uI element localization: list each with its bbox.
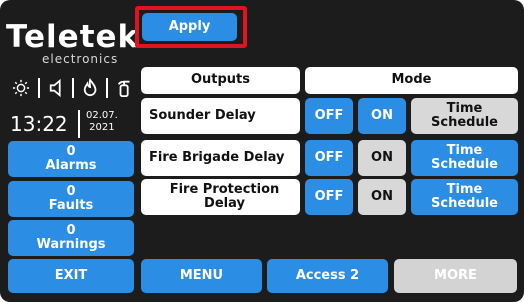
faults-label: Faults bbox=[48, 198, 94, 213]
status-icons bbox=[12, 76, 132, 100]
faults-button[interactable]: 0 Faults bbox=[8, 181, 134, 217]
icon-divider bbox=[38, 78, 40, 98]
warnings-count: 0 bbox=[66, 222, 76, 238]
alarms-label: Alarms bbox=[45, 158, 97, 173]
clock-year: 2021 bbox=[89, 122, 115, 133]
row-sounder-delay-label: Sounder Delay bbox=[141, 98, 300, 134]
alarms-count: 0 bbox=[66, 143, 76, 159]
row-fire-brigade-delay-off-button[interactable]: OFF bbox=[305, 140, 353, 176]
clock-date: 02.07. 2021 bbox=[86, 110, 118, 134]
menu-button[interactable]: MENU bbox=[141, 259, 262, 293]
row-fire-protection-delay-off-button[interactable]: OFF bbox=[305, 179, 353, 215]
icon-divider bbox=[72, 78, 74, 98]
clock-day: 02.07. bbox=[86, 110, 118, 121]
flame-icon bbox=[83, 78, 97, 97]
sun-icon bbox=[12, 79, 30, 97]
row-sounder-delay-on-button[interactable]: ON bbox=[358, 98, 406, 134]
panel-screen: Teletek electronics 13:22 02.07. 2021 0 … bbox=[0, 0, 524, 302]
clock-time: 13:22 bbox=[10, 112, 68, 136]
clock-divider bbox=[78, 110, 80, 138]
row-sounder-delay-off-button[interactable]: OFF bbox=[305, 98, 353, 134]
row-fire-protection-delay-schedule-button[interactable]: Time Schedule bbox=[411, 179, 518, 215]
highlight-box bbox=[135, 6, 247, 48]
alarms-button[interactable]: 0 Alarms bbox=[8, 141, 134, 177]
extinguisher-icon bbox=[117, 80, 130, 98]
exit-button[interactable]: EXIT bbox=[8, 259, 134, 293]
row-fire-brigade-delay-on-button[interactable]: ON bbox=[358, 140, 406, 176]
clock: 13:22 02.07. 2021 bbox=[10, 108, 134, 138]
faults-count: 0 bbox=[66, 183, 76, 199]
icon-divider bbox=[106, 78, 108, 98]
logo-subtitle: electronics bbox=[42, 52, 119, 66]
row-fire-brigade-delay-schedule-button[interactable]: Time Schedule bbox=[411, 140, 518, 176]
mode-header: Mode bbox=[305, 67, 518, 94]
row-fire-protection-delay-on-button[interactable]: ON bbox=[358, 179, 406, 215]
warnings-label: Warnings bbox=[36, 237, 106, 252]
logo: Teletek bbox=[6, 19, 140, 55]
more-button[interactable]: MORE bbox=[394, 259, 517, 293]
row-fire-protection-delay-label: Fire Protection Delay bbox=[141, 179, 300, 215]
outputs-header: Outputs bbox=[141, 67, 300, 94]
row-sounder-delay-schedule-button[interactable]: Time Schedule bbox=[411, 98, 518, 134]
access-level-button[interactable]: Access 2 bbox=[267, 259, 388, 293]
warnings-button[interactable]: 0 Warnings bbox=[8, 220, 134, 256]
row-fire-brigade-delay-label: Fire Brigade Delay bbox=[141, 140, 300, 176]
speaker-icon bbox=[49, 78, 61, 98]
